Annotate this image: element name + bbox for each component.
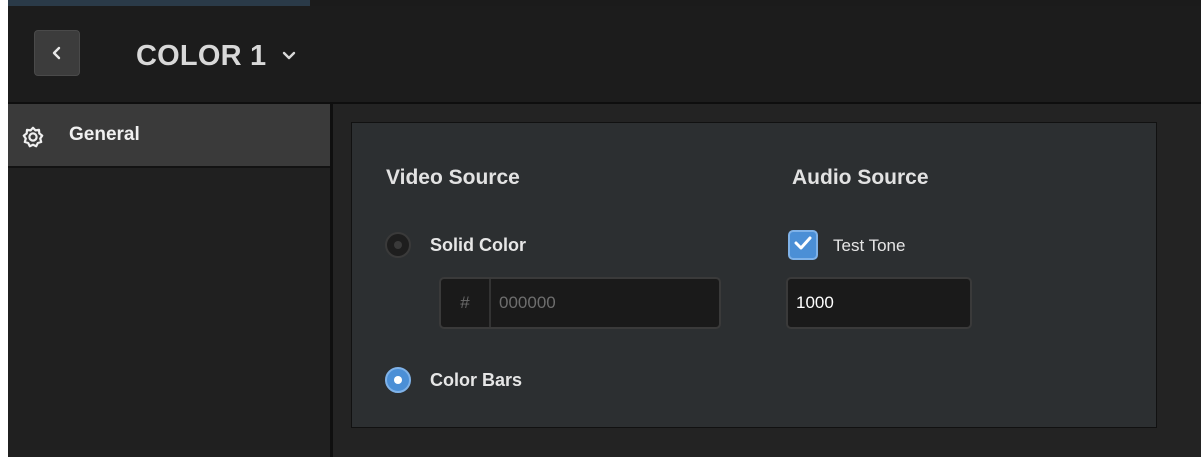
tone-frequency-field[interactable]: [786, 277, 972, 329]
page-title: COLOR 1: [136, 39, 267, 72]
color-bars-radio[interactable]: [385, 367, 411, 393]
back-button[interactable]: [34, 30, 80, 76]
checkmark-icon: [794, 235, 812, 256]
sidebar-item-general[interactable]: General: [8, 104, 330, 168]
solid-color-label: Solid Color: [430, 235, 526, 255]
header-bar: COLOR 1: [8, 6, 1201, 104]
video-source-heading: Video Source: [386, 166, 520, 189]
color-bars-label: Color Bars: [430, 370, 523, 390]
tone-frequency-input[interactable]: [788, 279, 970, 327]
title-dropdown[interactable]: COLOR 1: [136, 36, 296, 76]
app-window: COLOR 1 General Video Source Audio Sourc…: [8, 0, 1201, 457]
sidebar-item-label: General: [69, 124, 140, 145]
hash-prefix: #: [441, 279, 491, 327]
solid-color-radio[interactable]: [385, 232, 411, 258]
audio-source-heading: Audio Source: [792, 166, 929, 189]
test-tone-label: Test Tone: [833, 236, 906, 255]
source-settings-panel: Video Source Audio Source Solid Color # …: [351, 122, 1157, 428]
main-content: Video Source Audio Source Solid Color # …: [333, 104, 1201, 457]
chevron-left-icon: [51, 46, 63, 60]
hex-color-field[interactable]: #: [439, 277, 721, 329]
sidebar: General: [8, 104, 333, 457]
chevron-down-icon: [282, 51, 296, 61]
hex-color-input[interactable]: [491, 279, 717, 327]
gear-icon: [22, 126, 44, 148]
test-tone-checkbox[interactable]: [788, 230, 818, 260]
